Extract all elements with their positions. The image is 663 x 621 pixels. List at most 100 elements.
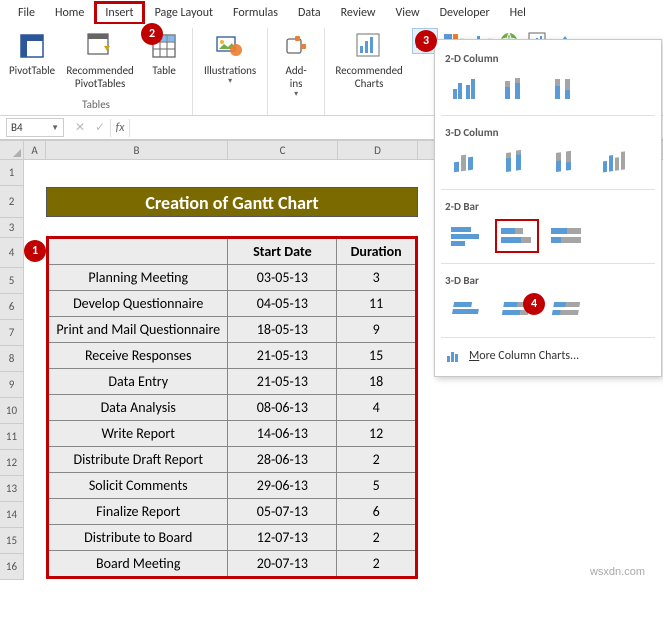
- illustrations-icon: [214, 30, 246, 62]
- sheet-content: Creation of Gantt Chart Start Date Durat…: [46, 160, 418, 579]
- addins-icon: [280, 30, 312, 62]
- stacked100-bar-option[interactable]: [545, 219, 589, 253]
- cell-dur[interactable]: 9: [337, 317, 417, 343]
- table-row: Print and Mail Questionnaire18-05-139: [48, 317, 417, 343]
- cell-dur[interactable]: 2: [337, 551, 417, 578]
- rec-pivot-icon: [84, 30, 116, 62]
- watermark: wsxdn.com: [590, 566, 645, 578]
- addins-button[interactable]: Add- ins ▾: [274, 28, 318, 102]
- name-box-dropdown-icon: ▼: [51, 123, 59, 133]
- tab-review[interactable]: Review: [331, 2, 386, 24]
- cell-dur[interactable]: 4: [337, 395, 417, 421]
- table-row: Distribute to Board12-07-132: [48, 525, 417, 551]
- 3d-clustered-bar-option[interactable]: [445, 293, 489, 327]
- stacked100-column-option[interactable]: [545, 71, 589, 105]
- cell-start[interactable]: 12-07-13: [228, 525, 337, 551]
- th-task[interactable]: [48, 238, 228, 265]
- select-all-button[interactable]: [0, 141, 24, 159]
- cell-dur[interactable]: 6: [337, 499, 417, 525]
- 3d-stacked-column-option[interactable]: [495, 145, 539, 179]
- name-box[interactable]: B4 ▼: [6, 118, 64, 137]
- tab-help[interactable]: Hel: [500, 2, 536, 24]
- cell-start[interactable]: 20-07-13: [228, 551, 337, 578]
- pivottable-button[interactable]: PivotTable: [6, 28, 58, 79]
- cell-start[interactable]: 05-07-13: [228, 499, 337, 525]
- cell-start[interactable]: 08-06-13: [228, 395, 337, 421]
- more-charts-label: MMore Column Charts...ore Column Charts.…: [469, 349, 579, 363]
- th-dur[interactable]: Duration: [337, 238, 417, 265]
- cell-task[interactable]: Data Analysis: [48, 395, 228, 421]
- callout-4: 4: [523, 293, 545, 315]
- clustered-bar-option[interactable]: [445, 219, 489, 253]
- cell-task[interactable]: Data Entry: [48, 369, 228, 395]
- cell-start[interactable]: 14-06-13: [228, 421, 337, 447]
- addins-label: Add- ins: [285, 64, 306, 90]
- cell-dur[interactable]: 18: [337, 369, 417, 395]
- group-tables: PivotTable Recommended PivotTables Table…: [0, 28, 193, 115]
- heading-3d-column: 3-D Column: [435, 120, 661, 143]
- pivottable-icon: [16, 30, 48, 62]
- cell-dur[interactable]: 5: [337, 473, 417, 499]
- cell-task[interactable]: Print and Mail Questionnaire: [48, 317, 228, 343]
- rec-charts-label: Recommended Charts: [335, 64, 402, 90]
- callout-3: 3: [415, 30, 437, 52]
- cell-task[interactable]: Develop Questionnaire: [48, 291, 228, 317]
- more-column-charts-button[interactable]: MMore Column Charts...ore Column Charts.…: [435, 342, 661, 370]
- 3d-stacked100-bar-option[interactable]: [545, 293, 589, 327]
- stacked-bar-option[interactable]: [495, 219, 539, 253]
- tab-formulas[interactable]: Formulas: [223, 2, 288, 24]
- group-addins-label: [274, 102, 318, 121]
- formula-cancel-icon: ✕: [70, 118, 90, 137]
- col-C[interactable]: C: [228, 141, 338, 159]
- cell-dur[interactable]: 2: [337, 447, 417, 473]
- cell-task[interactable]: Distribute Draft Report: [48, 447, 228, 473]
- cell-start[interactable]: 18-05-13: [228, 317, 337, 343]
- fx-button[interactable]: fx: [110, 119, 130, 137]
- tab-view[interactable]: View: [386, 2, 430, 24]
- tab-data[interactable]: Data: [288, 2, 331, 24]
- cell-start[interactable]: 28-06-13: [228, 447, 337, 473]
- cell-start[interactable]: 21-05-13: [228, 369, 337, 395]
- col-A[interactable]: A: [24, 141, 46, 159]
- cell-task[interactable]: Distribute to Board: [48, 525, 228, 551]
- heading-3d-bar: 3-D Bar: [435, 268, 661, 291]
- tab-file[interactable]: File: [8, 2, 45, 24]
- cell-dur[interactable]: 2: [337, 525, 417, 551]
- cell-dur[interactable]: 12: [337, 421, 417, 447]
- stacked-column-option[interactable]: [495, 71, 539, 105]
- callout-1: 1: [24, 240, 46, 262]
- tab-insert[interactable]: Insert: [94, 1, 144, 25]
- pivottable-label: PivotTable: [9, 64, 55, 77]
- cell-start[interactable]: 03-05-13: [228, 265, 337, 291]
- cell-task[interactable]: Planning Meeting: [48, 265, 228, 291]
- heading-2d-bar: 2-D Bar: [435, 194, 661, 217]
- 3d-stacked100-column-option[interactable]: [545, 145, 589, 179]
- table-row: Solicit Comments29-06-135: [48, 473, 417, 499]
- table-row: Distribute Draft Report28-06-132: [48, 447, 417, 473]
- cell-task[interactable]: Solicit Comments: [48, 473, 228, 499]
- cell-dur[interactable]: 15: [337, 343, 417, 369]
- cell-task[interactable]: Finalize Report: [48, 499, 228, 525]
- col-D[interactable]: D: [338, 141, 418, 159]
- group-illustrations: Illustrations ▾: [193, 28, 268, 115]
- rec-pivot-button[interactable]: Recommended PivotTables: [62, 28, 138, 92]
- tab-home[interactable]: Home: [45, 2, 94, 24]
- cell-dur[interactable]: 11: [337, 291, 417, 317]
- illustrations-button[interactable]: Illustrations ▾: [199, 28, 261, 89]
- clustered-column-option[interactable]: [445, 71, 489, 105]
- th-start[interactable]: Start Date: [228, 238, 337, 265]
- cell-task[interactable]: Board Meeting: [48, 551, 228, 578]
- cell-task[interactable]: Write Report: [48, 421, 228, 447]
- cell-start[interactable]: 21-05-13: [228, 343, 337, 369]
- col-B[interactable]: B: [46, 141, 228, 159]
- 3d-clustered-column-option[interactable]: [445, 145, 489, 179]
- 3d-column-option[interactable]: [595, 145, 639, 179]
- tab-page-layout[interactable]: Page Layout: [145, 2, 223, 24]
- rec-pivot-label: Recommended PivotTables: [66, 64, 133, 90]
- cell-start[interactable]: 29-06-13: [228, 473, 337, 499]
- tab-developer[interactable]: Developer: [430, 2, 500, 24]
- cell-dur[interactable]: 3: [337, 265, 417, 291]
- cell-start[interactable]: 04-05-13: [228, 291, 337, 317]
- cell-task[interactable]: Receive Responses: [48, 343, 228, 369]
- rec-charts-button[interactable]: Recommended Charts: [331, 28, 407, 92]
